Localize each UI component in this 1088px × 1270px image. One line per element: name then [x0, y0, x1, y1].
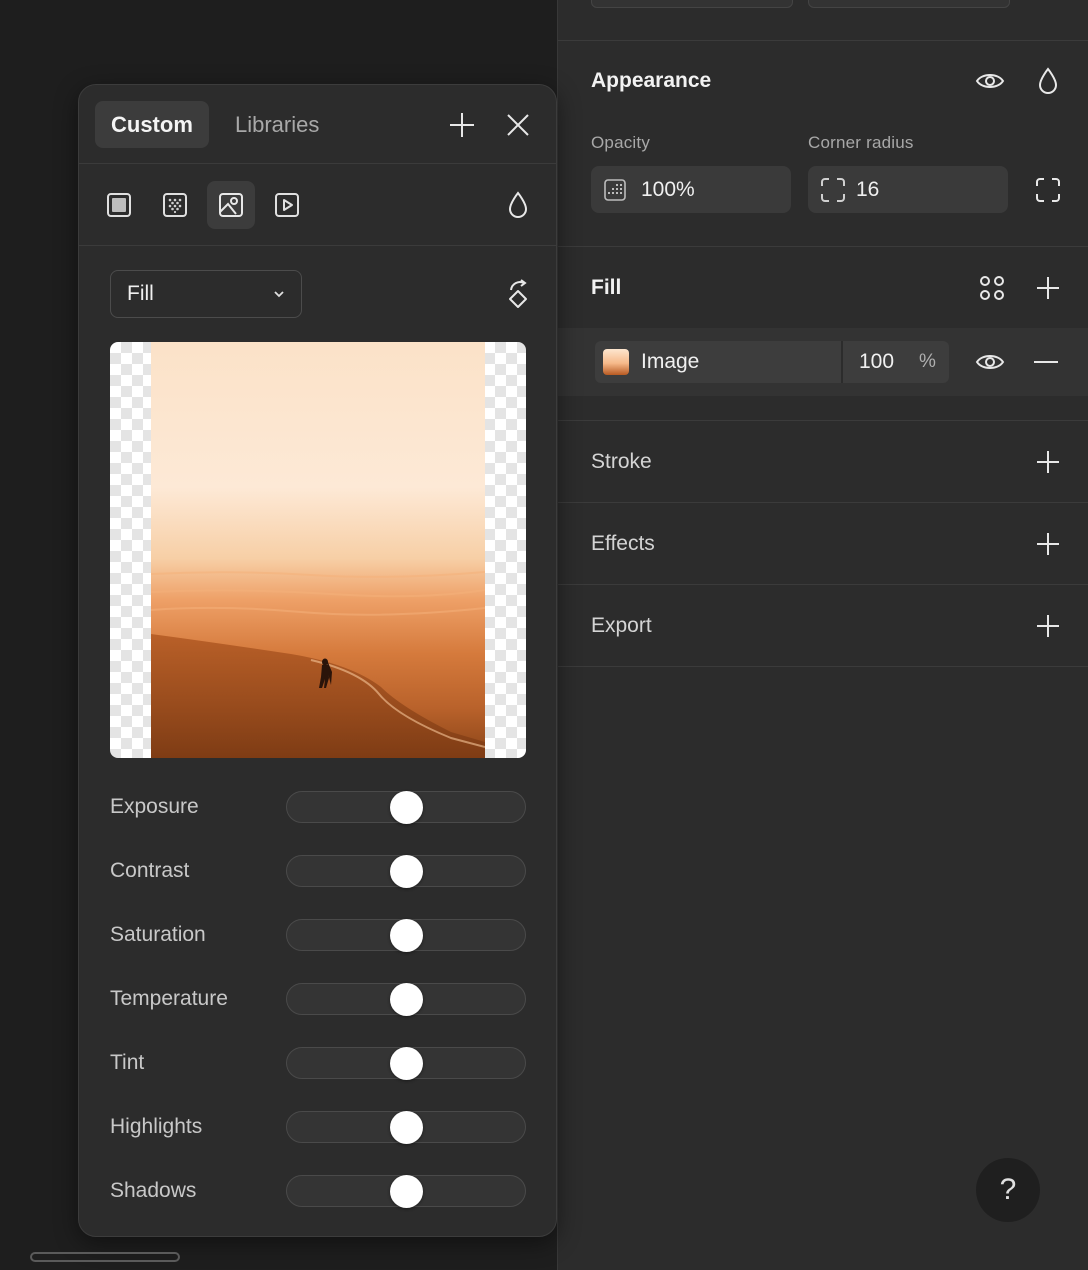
slider-knob[interactable]	[389, 983, 423, 1016]
divider	[79, 163, 556, 164]
chip-separator	[841, 341, 843, 383]
effects-title: Effects	[591, 532, 655, 555]
temperature-label: Temperature	[110, 987, 228, 1010]
styles-grid-icon[interactable]	[972, 268, 1012, 308]
image-mode-value: Fill	[127, 282, 154, 305]
independent-corners-icon[interactable]	[1028, 170, 1068, 210]
eye-icon[interactable]	[970, 61, 1010, 101]
corner-radius-icon	[820, 177, 846, 203]
chevron-down-icon	[273, 290, 285, 298]
exposure-label: Exposure	[110, 795, 199, 818]
temperature-slider[interactable]	[286, 983, 526, 1016]
add-effect-plus-icon[interactable]	[1028, 524, 1068, 564]
slider-knob[interactable]	[389, 919, 423, 952]
image-mode-dropdown[interactable]: Fill	[110, 270, 302, 318]
tint-slider[interactable]	[286, 1047, 526, 1080]
divider	[558, 246, 1088, 247]
tab-libraries[interactable]: Libraries	[219, 101, 335, 148]
drop-icon[interactable]	[1028, 61, 1068, 101]
drop-icon[interactable]	[498, 185, 538, 225]
saturation-label: Saturation	[110, 923, 206, 946]
highlights-slider[interactable]	[286, 1111, 526, 1144]
exposure-slider[interactable]	[286, 791, 526, 824]
fill-layer-chip[interactable]: Image 100 %	[595, 341, 949, 383]
remove-fill-minus-icon[interactable]	[1026, 342, 1066, 382]
image-fill-icon[interactable]	[207, 181, 255, 229]
previous-field-stub[interactable]	[808, 0, 1010, 8]
corner-radius-field[interactable]: 16	[808, 166, 1008, 213]
divider	[558, 584, 1088, 585]
fill-opacity-value[interactable]: 100	[859, 350, 894, 374]
beach-photo	[151, 342, 485, 758]
corner-radius-value: 16	[856, 177, 880, 201]
add-stroke-plus-icon[interactable]	[1028, 442, 1068, 482]
corner-radius-label: Corner radius	[808, 133, 914, 152]
tint-label: Tint	[110, 1051, 145, 1074]
close-icon[interactable]	[498, 105, 538, 145]
inspector-panel: Appearance Opacity Corner radius 100% 16…	[557, 0, 1088, 1270]
export-title: Export	[591, 614, 652, 637]
saturation-slider[interactable]	[286, 919, 526, 952]
solid-fill-icon[interactable]	[95, 181, 143, 229]
fill-opacity-unit: %	[919, 351, 936, 372]
shadows-slider[interactable]	[286, 1175, 526, 1208]
shadows-label: Shadows	[110, 1179, 197, 1202]
previous-field-stub[interactable]	[591, 0, 793, 8]
appearance-title: Appearance	[591, 69, 712, 92]
help-button[interactable]: ?	[976, 1158, 1040, 1222]
video-fill-icon[interactable]	[263, 181, 311, 229]
divider	[558, 666, 1088, 667]
opacity-value: 100%	[641, 177, 695, 201]
slider-knob[interactable]	[389, 791, 423, 824]
fill-title: Fill	[591, 276, 622, 299]
add-plus-icon[interactable]	[442, 105, 482, 145]
image-preview[interactable]	[110, 342, 526, 758]
contrast-label: Contrast	[110, 859, 190, 882]
slider-knob[interactable]	[389, 1047, 423, 1080]
slider-knob[interactable]	[389, 1111, 423, 1144]
fill-layer-name: Image	[641, 350, 700, 373]
opacity-icon	[603, 178, 627, 202]
fill-picker-panel: Custom Libraries Fill Exposure Contrast …	[78, 84, 557, 1237]
add-fill-plus-icon[interactable]	[1028, 268, 1068, 308]
highlights-label: Highlights	[110, 1115, 203, 1138]
opacity-label: Opacity	[591, 133, 651, 152]
fill-layer-row[interactable]: Image 100 %	[558, 328, 1088, 396]
image-thumbnail[interactable]	[603, 349, 629, 375]
divider	[79, 245, 556, 246]
contrast-slider[interactable]	[286, 855, 526, 888]
slider-knob[interactable]	[389, 855, 423, 888]
slider-knob[interactable]	[389, 1175, 423, 1208]
rotate-image-icon[interactable]	[498, 274, 538, 314]
opacity-field[interactable]: 100%	[591, 166, 791, 213]
horizontal-scrollbar[interactable]	[30, 1252, 180, 1262]
add-export-plus-icon[interactable]	[1028, 606, 1068, 646]
divider	[558, 40, 1088, 41]
tab-custom[interactable]: Custom	[95, 101, 209, 148]
eye-icon[interactable]	[970, 342, 1010, 382]
gradient-fill-icon[interactable]	[151, 181, 199, 229]
divider	[558, 502, 1088, 503]
divider	[558, 420, 1088, 421]
stroke-title: Stroke	[591, 450, 652, 473]
